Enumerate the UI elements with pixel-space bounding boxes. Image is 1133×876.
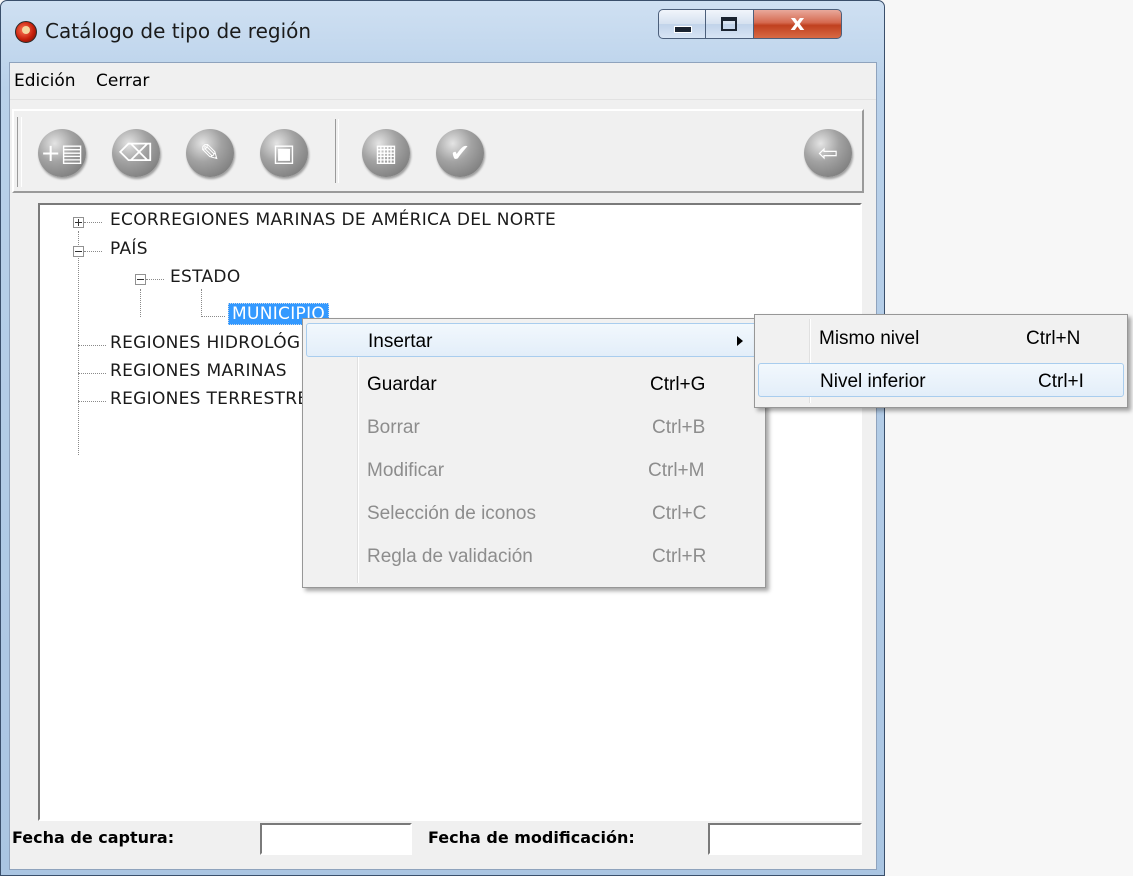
new-record-icon: +▤: [40, 139, 84, 167]
context-menu: Insertar Guardar Ctrl+G Borrar Ctrl+B Mo…: [302, 318, 766, 588]
tree-node-ecorregiones[interactable]: ECORREGIONES MARINAS DE AMÉRICA DEL NORT…: [110, 210, 556, 230]
tree-connector: [84, 222, 102, 223]
caption-buttons: x: [658, 9, 842, 39]
menu-item-shortcut: Ctrl+C: [652, 503, 707, 524]
menu-item-label: Borrar: [367, 417, 420, 438]
menu-item-label: Selección de iconos: [367, 503, 536, 524]
menu-item-shortcut: Ctrl+N: [1026, 328, 1081, 349]
validate-button[interactable]: ✔: [436, 129, 484, 177]
menu-item-guardar[interactable]: Guardar Ctrl+G: [306, 367, 762, 401]
menu-bar: Edición Cerrar: [10, 63, 876, 100]
menu-item-shortcut: Ctrl+M: [648, 460, 705, 481]
checkmark-icon: ✔: [449, 139, 471, 167]
close-button[interactable]: x: [754, 9, 842, 39]
tree-connector: [78, 373, 106, 374]
floppy-icon: ▣: [272, 139, 296, 167]
minimize-icon: [674, 26, 692, 33]
menu-item-regla-validacion[interactable]: Regla de validación Ctrl+R: [306, 539, 762, 573]
minimize-button[interactable]: [658, 9, 706, 39]
tree-connector: [146, 279, 164, 280]
menu-item-shortcut: Ctrl+R: [652, 546, 707, 567]
tree-connector: [201, 289, 202, 317]
menu-item-seleccion-iconos[interactable]: Selección de iconos Ctrl+C: [306, 496, 762, 530]
submenu-arrow-icon: [737, 336, 743, 346]
expand-icon[interactable]: [73, 217, 84, 228]
erase-button[interactable]: ⌫: [112, 129, 160, 177]
menu-item-shortcut: Ctrl+G: [650, 374, 706, 395]
tree-connector: [78, 231, 79, 455]
pencil-icon: ✎: [199, 139, 221, 167]
app-bug-icon[interactable]: [15, 21, 37, 43]
save-button[interactable]: ▣: [260, 129, 308, 177]
capture-date-label: Fecha de captura:: [12, 828, 175, 847]
exit-door-icon: ⇦: [817, 139, 839, 167]
close-icon: x: [790, 11, 805, 36]
modified-date-label: Fecha de modificación:: [428, 828, 635, 847]
capture-date-field[interactable]: [260, 823, 412, 855]
menu-item-shortcut: Ctrl+B: [652, 417, 706, 438]
menu-edicion[interactable]: Edición: [14, 71, 76, 91]
menu-item-nivel-inferior[interactable]: Nivel inferior Ctrl+I: [758, 363, 1124, 397]
collapse-icon[interactable]: [73, 246, 84, 257]
window-title: Catálogo de tipo de región: [45, 19, 312, 43]
tree-node-pais[interactable]: PAÍS: [110, 239, 148, 259]
menu-item-borrar[interactable]: Borrar Ctrl+B: [306, 410, 762, 444]
title-bar[interactable]: Catálogo de tipo de región x: [1, 1, 884, 61]
menu-item-mismo-nivel[interactable]: Mismo nivel Ctrl+N: [758, 321, 1124, 355]
toolbar-grip[interactable]: [17, 117, 22, 187]
menu-item-modificar[interactable]: Modificar Ctrl+M: [306, 453, 762, 487]
edit-button[interactable]: ✎: [186, 129, 234, 177]
tree-node-estado[interactable]: ESTADO: [170, 267, 241, 287]
menu-item-label: Nivel inferior: [820, 371, 926, 392]
tree-connector: [78, 401, 106, 402]
menu-cerrar[interactable]: Cerrar: [96, 71, 149, 91]
menu-item-shortcut: Ctrl+I: [1038, 371, 1084, 392]
film-button[interactable]: ▦: [362, 129, 410, 177]
tree-connector: [84, 251, 102, 252]
exit-button[interactable]: ⇦: [804, 129, 852, 177]
menu-item-label: Modificar: [367, 460, 445, 481]
tree-connector: [78, 345, 106, 346]
toolbar-separator: [335, 119, 339, 183]
maximize-icon: [721, 17, 737, 31]
maximize-button[interactable]: [706, 9, 754, 39]
insert-submenu: Mismo nivel Ctrl+N Nivel inferior Ctrl+I: [754, 314, 1128, 408]
tree-connector: [201, 316, 225, 317]
menu-item-label: Guardar: [367, 374, 437, 395]
modified-date-field[interactable]: [708, 823, 862, 855]
collapse-icon[interactable]: [135, 274, 146, 285]
menu-item-label: Mismo nivel: [819, 328, 920, 349]
tree-node-regiones-marinas[interactable]: REGIONES MARINAS: [110, 361, 287, 381]
eraser-icon: ⌫: [119, 139, 153, 167]
toolbar: +▤ ⌫ ✎ ▣ ▦ ✔ ⇦: [12, 109, 864, 193]
film-icon: ▦: [374, 139, 398, 167]
tree-node-regiones-terrestres[interactable]: REGIONES TERRESTRES: [110, 389, 319, 409]
menu-item-label: Insertar: [368, 331, 433, 352]
new-record-button[interactable]: +▤: [38, 129, 86, 177]
menu-item-insertar[interactable]: Insertar: [306, 323, 762, 357]
menu-item-label: Regla de validación: [367, 546, 533, 567]
tree-connector: [140, 289, 141, 317]
